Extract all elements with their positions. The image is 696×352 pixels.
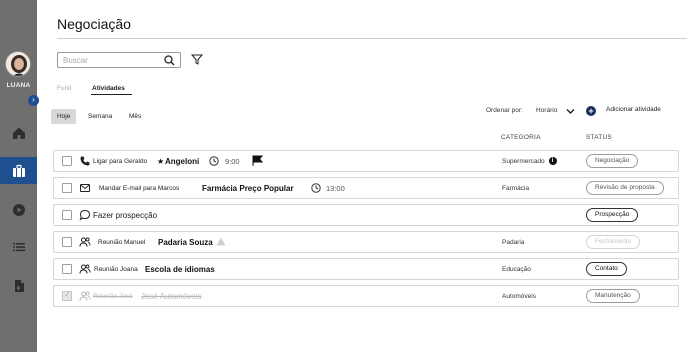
column-header-status: STATUS [586,134,612,141]
activity-category: Automóveis [502,292,536,300]
clock-icon [209,156,219,166]
activity-title: Ligar para Geraldo [93,157,148,165]
activity-company[interactable]: Escola de idiomas [145,259,215,279]
activity-company[interactable]: José Automóveis [141,286,201,306]
search-input[interactable] [63,54,159,66]
activity-row[interactable]: Reunião Manuel Padaria Souza Padaria Fec… [53,231,679,253]
clock-icon [311,183,321,193]
people-icon [79,291,91,301]
activity-time: 9:00 [225,156,240,166]
info-icon[interactable]: i [548,157,557,165]
warning-icon [216,237,226,246]
page-title: Negociação [57,16,131,32]
people-icon [79,264,91,274]
activity-company[interactable]: Padaria Souza [158,232,213,252]
activity-company[interactable]: Angeloni [165,151,199,171]
app-root: LUANA › Negociação Funil Atividades Hoje… [0,0,696,352]
period-mes-button[interactable]: Mês [123,109,147,124]
category-label: Supermercado [502,157,545,165]
list-icon [12,242,25,251]
avatar[interactable] [5,51,31,77]
sort-select[interactable]: Horário [536,107,557,114]
activity-category: Educação [502,265,531,273]
activity-checkbox[interactable] [62,237,72,247]
play-circle-icon [12,203,25,216]
header-divider [57,38,687,39]
activity-checkbox[interactable] [62,264,72,274]
activity-row[interactable]: Mandar E-mail para Marcos Farmácia Preço… [53,177,679,199]
chevron-down-icon[interactable] [566,108,575,115]
tab-atividades[interactable]: Atividades [92,85,125,92]
sort-label: Ordenar por: [486,107,523,114]
status-badge[interactable]: Negociação [586,154,639,168]
status-badge[interactable]: Contato [586,262,627,276]
activity-category: Supermercado i [502,151,557,171]
activity-title: Mandar E-mail para Marcos [99,184,180,192]
activity-row[interactable]: Reunião José José Automóveis Automóveis … [53,285,679,307]
period-semana-button[interactable]: Semana [82,109,118,124]
add-activity-icon[interactable]: + [586,106,596,116]
status-badge[interactable]: Revisão de proposta [586,181,664,195]
activity-checkbox[interactable] [62,290,72,301]
search-box[interactable] [57,52,181,68]
sidebar-item-list[interactable] [0,233,37,260]
sidebar-item-home[interactable] [0,119,37,146]
activity-row[interactable]: Reunião Joana Escola de idiomas Educação… [53,258,679,280]
activity-checkbox[interactable] [62,210,72,220]
activity-company[interactable]: Farmácia Preço Popular [202,178,294,198]
document-icon [14,279,24,292]
period-hoje-button[interactable]: Hoje [51,109,77,124]
sidebar: LUANA › [0,0,39,352]
status-badge[interactable]: Prospecção [586,208,639,222]
activity-row[interactable]: Ligar para Geraldo ★ Angeloni 9:00 Super… [53,150,679,172]
user-name: LUANA [6,82,31,89]
sidebar-expand-button[interactable]: › [28,95,39,106]
filter-icon[interactable] [191,54,203,65]
active-tab-indicator [91,94,132,95]
star-icon: ★ [157,156,165,166]
activity-row[interactable]: Fazer prospecção Prospecção [53,204,679,226]
chat-icon [79,209,91,221]
user-photo-icon [6,52,30,76]
status-badge[interactable]: Fechamento [586,235,641,249]
activity-checkbox[interactable] [62,156,72,166]
flag-icon[interactable] [252,155,263,167]
activity-time: 13:00 [326,183,345,193]
activity-category: Padaria [502,238,525,246]
phone-icon [80,156,90,166]
home-icon [12,127,25,139]
column-header-category: CATEGORIA [501,134,541,141]
sidebar-item-play[interactable] [0,196,37,223]
mail-icon [80,184,90,192]
activity-title: Reunião Manuel [98,238,146,246]
search-icon[interactable] [164,55,175,66]
activity-title: Reunião Joana [94,265,138,273]
activity-category: Farmácia [502,184,530,192]
sidebar-item-document[interactable] [0,272,37,299]
add-activity-button[interactable]: Adicionar atividade [606,106,661,113]
activity-checkbox[interactable] [62,183,72,193]
people-icon [79,237,91,247]
status-badge[interactable]: Manutenção [586,289,640,303]
activity-title: Reunião José [93,292,133,300]
tab-funil[interactable]: Funil [57,85,71,92]
briefcase-icon [12,164,25,177]
sidebar-item-negociacao[interactable] [0,157,37,184]
activity-title: Fazer prospecção [93,210,158,220]
